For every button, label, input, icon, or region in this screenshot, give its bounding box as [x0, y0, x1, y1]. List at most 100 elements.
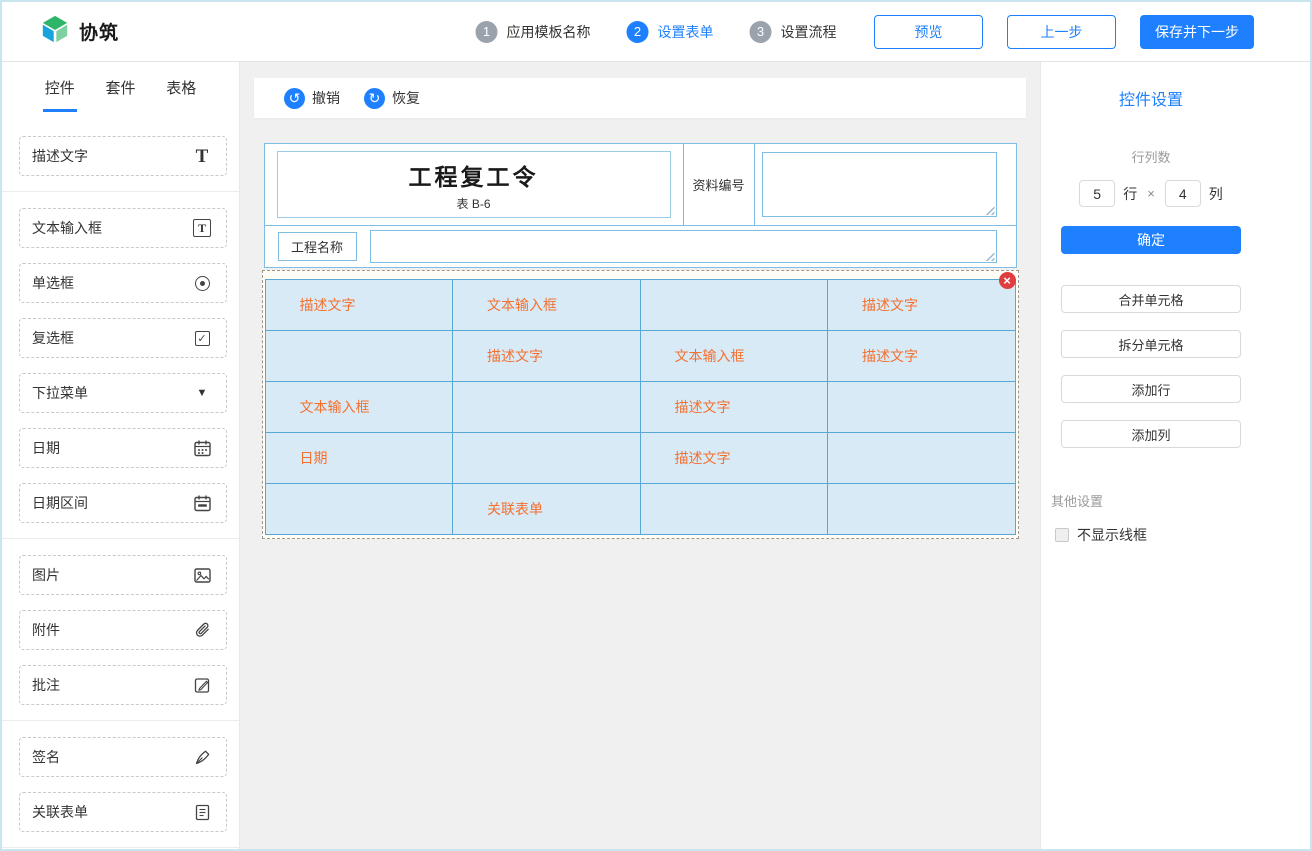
- control-item-label: 日期: [32, 438, 60, 458]
- selected-table-block[interactable]: × 描述文字文本输入框描述文字描述文字文本输入框描述文字文本输入框描述文字日期描…: [262, 270, 1019, 539]
- cell-action-buttons: 合并单元格拆分单元格添加行添加列: [1061, 285, 1241, 465]
- add-column-button[interactable]: 添加列: [1061, 420, 1241, 448]
- resize-grip[interactable]: [984, 204, 995, 215]
- attachment-icon: [192, 620, 212, 640]
- hide-border-option[interactable]: 不显示线框: [1055, 525, 1147, 545]
- project-name-input[interactable]: [370, 230, 997, 263]
- grid-cell[interactable]: 描述文字: [453, 331, 641, 382]
- rows-unit-label: 行: [1123, 184, 1137, 204]
- tab-kits[interactable]: 套件: [103, 77, 137, 112]
- control-item-label: 日期区间: [32, 493, 88, 513]
- row-col-inputs: 行 × 列: [1079, 180, 1223, 207]
- text-input-icon: T: [192, 218, 212, 238]
- control-item-description-text[interactable]: 描述文字T: [19, 136, 227, 176]
- control-item-signature[interactable]: 签名: [19, 737, 227, 777]
- grid-cell[interactable]: 文本输入框: [641, 331, 829, 382]
- grid-cell[interactable]: [266, 484, 454, 535]
- control-item-checkbox[interactable]: 复选框✓: [19, 318, 227, 358]
- form-grid: 描述文字文本输入框描述文字描述文字文本输入框描述文字文本输入框描述文字日期描述文…: [265, 279, 1016, 535]
- multiply-sign: ×: [1147, 186, 1155, 201]
- grid-cell[interactable]: [641, 280, 829, 331]
- control-group: 文本输入框 T 单选框复选框✓ 下拉菜单 ▼ 日期日期区间: [2, 208, 239, 539]
- control-group: 图片附件批注: [2, 555, 239, 721]
- top-header: 协筑 1应用模板名称 2设置表单 3设置流程 预览 上一步 保存并下一步: [2, 2, 1310, 62]
- control-item-related-form[interactable]: 关联表单: [19, 792, 227, 832]
- grid-cell[interactable]: 描述文字: [828, 280, 1016, 331]
- confirm-button[interactable]: 确定: [1061, 226, 1241, 254]
- tab-tables[interactable]: 表格: [164, 77, 198, 112]
- step-1-template-name: 1应用模板名称: [476, 21, 591, 43]
- redo-button[interactable]: ↻ 恢复: [364, 88, 420, 109]
- control-item-date-range[interactable]: 日期区间: [19, 483, 227, 523]
- canvas-toolbar: ↺ 撤销 ↻ 恢复: [254, 78, 1026, 118]
- hide-border-checkbox[interactable]: [1055, 528, 1069, 542]
- tab-controls[interactable]: 控件: [43, 77, 77, 112]
- delete-table-button[interactable]: ×: [999, 272, 1016, 289]
- undo-button[interactable]: ↺ 撤销: [284, 88, 340, 109]
- control-item-date[interactable]: 日期: [19, 428, 227, 468]
- brand-logo-icon: [40, 14, 70, 49]
- control-item-text-input[interactable]: 文本输入框 T: [19, 208, 227, 248]
- cols-unit-label: 列: [1209, 184, 1223, 204]
- grid-cell[interactable]: [828, 484, 1016, 535]
- control-list: 描述文字T 文本输入框 T 单选框复选框✓ 下拉菜单 ▼ 日期日期区间图片附件批注签名关联表…: [2, 112, 239, 848]
- control-item-label: 下拉菜单: [32, 383, 88, 403]
- step-2-form-setup: 2设置表单: [627, 21, 714, 43]
- control-item-annotation[interactable]: 批注: [19, 665, 227, 705]
- dropdown-icon: ▼: [192, 383, 212, 403]
- date-icon: [192, 438, 212, 458]
- grid-cell[interactable]: 关联表单: [453, 484, 641, 535]
- resize-grip[interactable]: [984, 250, 995, 261]
- control-item-dropdown[interactable]: 下拉菜单 ▼: [19, 373, 227, 413]
- grid-cell[interactable]: [828, 382, 1016, 433]
- step-number-badge: 2: [627, 21, 649, 43]
- merge-cells-button[interactable]: 合并单元格: [1061, 285, 1241, 313]
- step-indicator: 1应用模板名称 2设置表单 3设置流程: [476, 21, 837, 43]
- control-item-label: 描述文字: [32, 146, 88, 166]
- save-and-next-button[interactable]: 保存并下一步: [1140, 15, 1254, 49]
- form-canvas: ↺ 撤销 ↻ 恢复 工程复工令 表 B-6 资料编号: [240, 62, 1040, 849]
- settings-panel: 控件设置 行列数 行 × 列 确定 合并单元格拆分单元格添加行添加列 其他设置 …: [1040, 62, 1310, 849]
- radio-icon: [192, 273, 212, 293]
- control-item-attachment[interactable]: 附件: [19, 610, 227, 650]
- grid-cell[interactable]: 描述文字: [266, 280, 454, 331]
- brand-name: 协筑: [79, 18, 119, 45]
- step-label: 应用模板名称: [507, 22, 591, 42]
- previous-step-button[interactable]: 上一步: [1007, 15, 1116, 49]
- step-3-flow-setup: 3设置流程: [750, 21, 837, 43]
- form-header-table: 工程复工令 表 B-6 资料编号 工程名称: [264, 143, 1017, 268]
- add-row-button[interactable]: 添加行: [1061, 375, 1241, 403]
- grid-cell[interactable]: 描述文字: [641, 433, 829, 484]
- doc-number-label[interactable]: 资料编号: [683, 144, 755, 225]
- main-area: 控件套件表格 描述文字T 文本输入框 T 单选框复选框✓ 下拉菜单 ▼ 日期日期区间图片附件…: [2, 62, 1310, 849]
- form-title-cell[interactable]: 工程复工令 表 B-6: [265, 144, 683, 225]
- grid-cell[interactable]: [453, 382, 641, 433]
- brand: 协筑: [40, 14, 119, 49]
- panel-title: 控件设置: [1119, 86, 1183, 110]
- control-item-label: 附件: [32, 620, 60, 640]
- control-item-label: 文本输入框: [32, 218, 102, 238]
- grid-cell[interactable]: 描述文字: [641, 382, 829, 433]
- grid-cell[interactable]: [828, 433, 1016, 484]
- grid-cell[interactable]: [641, 484, 829, 535]
- controls-sidebar: 控件套件表格 描述文字T 文本输入框 T 单选框复选框✓ 下拉菜单 ▼ 日期日期区间图片附件…: [2, 62, 240, 849]
- project-name-label[interactable]: 工程名称: [278, 232, 357, 261]
- date-range-icon: [192, 493, 212, 513]
- grid-cell[interactable]: 日期: [266, 433, 454, 484]
- grid-cell[interactable]: [453, 433, 641, 484]
- cols-input[interactable]: [1165, 180, 1201, 207]
- grid-cell[interactable]: 文本输入框: [266, 382, 454, 433]
- redo-icon: ↻: [364, 88, 385, 109]
- grid-cell[interactable]: 描述文字: [828, 331, 1016, 382]
- settings-panel-content: 控件设置 行列数 行 × 列 确定 合并单元格拆分单元格添加行添加列 其他设置 …: [1061, 62, 1241, 545]
- rows-input[interactable]: [1079, 180, 1115, 207]
- split-cells-button[interactable]: 拆分单元格: [1061, 330, 1241, 358]
- grid-cell[interactable]: [266, 331, 454, 382]
- form-title-box: 工程复工令 表 B-6: [277, 151, 671, 218]
- grid-cell[interactable]: 文本输入框: [453, 280, 641, 331]
- control-group: 签名关联表单: [2, 737, 239, 848]
- control-item-image[interactable]: 图片: [19, 555, 227, 595]
- control-item-radio[interactable]: 单选框: [19, 263, 227, 303]
- preview-button[interactable]: 预览: [874, 15, 983, 49]
- doc-number-input[interactable]: [762, 152, 997, 217]
